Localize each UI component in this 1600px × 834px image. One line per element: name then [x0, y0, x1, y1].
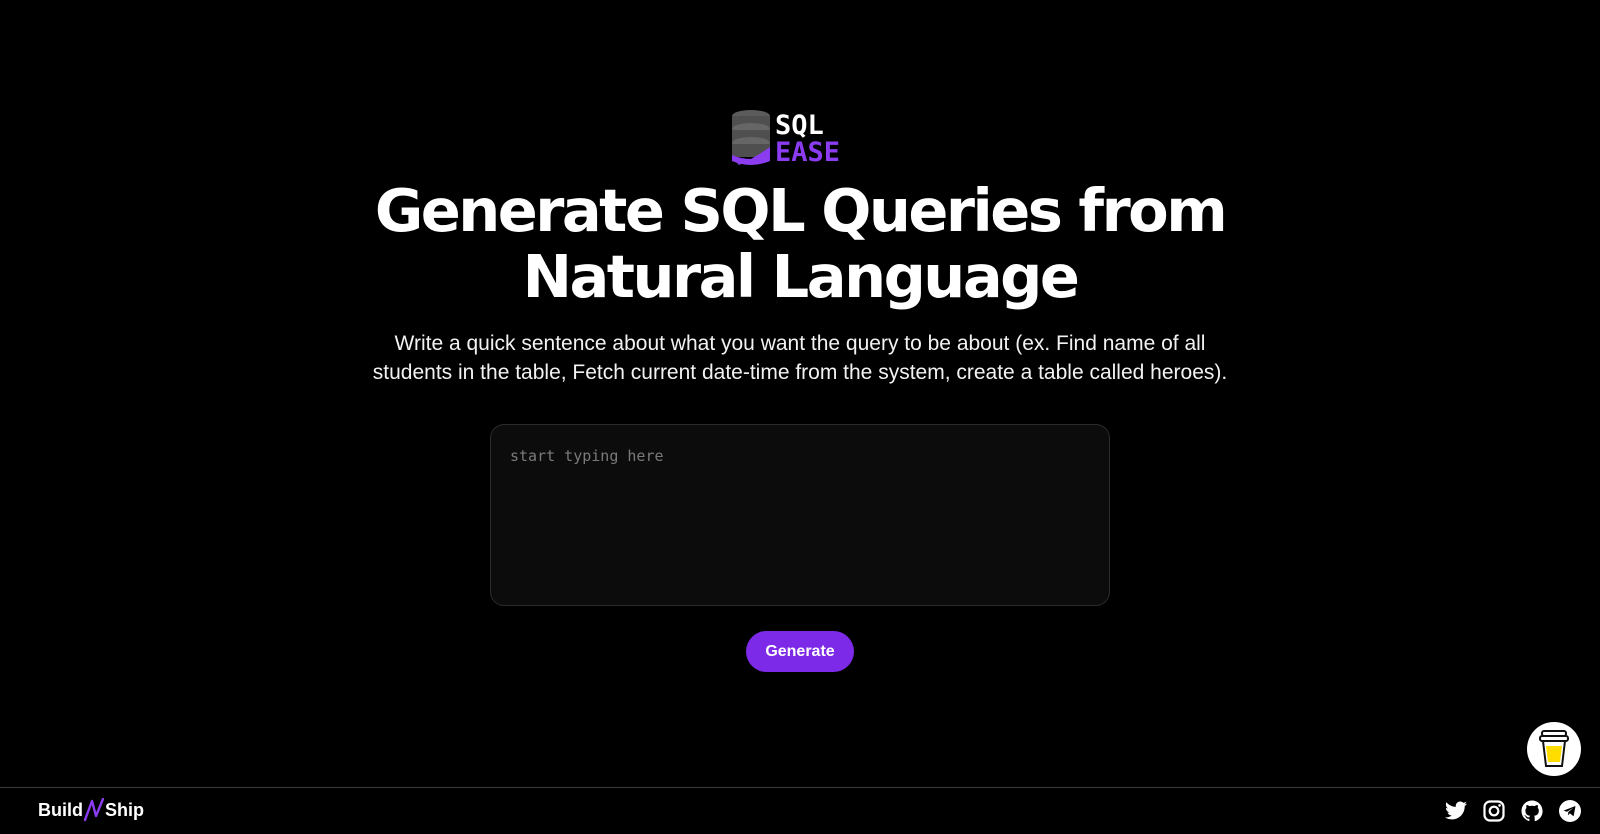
brand-text-ship: Ship [105, 799, 144, 820]
telegram-link[interactable] [1558, 799, 1582, 823]
coffee-cup-icon [1539, 730, 1569, 767]
page-title: Generate SQL Queries from Natural Langua… [0, 178, 1600, 310]
database-icon: SQL EASE [732, 110, 840, 167]
page-subtitle-line1: Write a quick sentence about what you wa… [394, 332, 1206, 355]
bolt-icon [84, 798, 104, 822]
page: SQL EASE Generate SQL Queries from Natur… [0, 0, 1600, 834]
sqlease-logo: SQL EASE [731, 109, 871, 167]
page-subtitle-line2: students in the table, Fetch current dat… [372, 361, 1228, 384]
twitter-icon [1445, 801, 1467, 820]
telegram-icon [1559, 800, 1581, 822]
query-prompt-input[interactable] [490, 424, 1110, 606]
instagram-link[interactable] [1482, 799, 1506, 823]
brand-text-build: Build [38, 799, 83, 820]
instagram-icon [1483, 800, 1505, 822]
buildnship-link[interactable]: Build Ship [38, 797, 144, 823]
logo-text-bottom: EASE [775, 137, 840, 167]
page-title-line2: Natural Language [522, 242, 1080, 311]
twitter-link[interactable] [1444, 799, 1468, 823]
github-link[interactable] [1520, 799, 1544, 823]
buy-me-coffee-button[interactable] [1527, 722, 1581, 776]
github-icon [1521, 800, 1543, 822]
social-links [1444, 799, 1582, 823]
generate-button[interactable]: Generate [746, 631, 854, 672]
page-subtitle: Write a quick sentence about what you wa… [360, 329, 1240, 387]
footer: Build Ship [0, 787, 1600, 834]
page-title-line1: Generate SQL Queries from [374, 176, 1228, 245]
